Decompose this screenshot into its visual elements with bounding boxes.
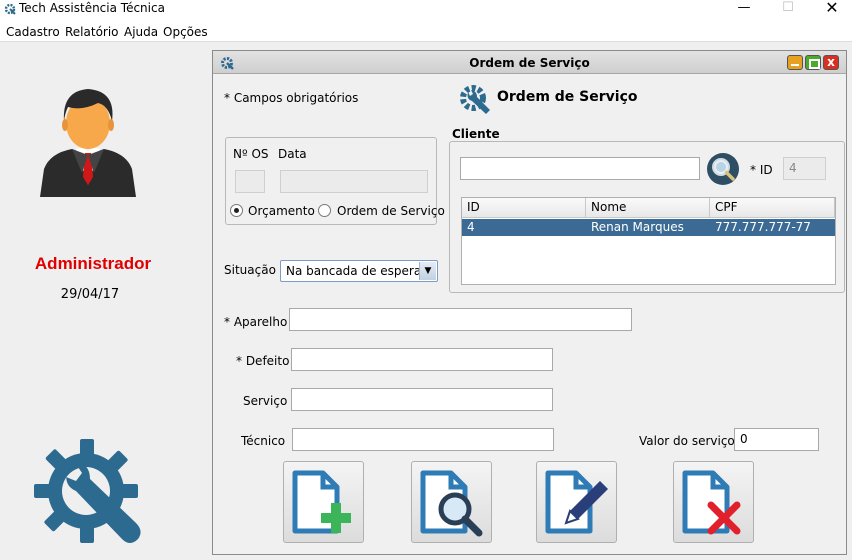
edit-document-icon: [545, 470, 608, 534]
valor-label: Valor do serviço: [639, 434, 735, 448]
chevron-down-icon[interactable]: ▼: [419, 262, 436, 280]
minimize-button[interactable]: —: [722, 0, 766, 18]
column-header-cpf[interactable]: CPF: [710, 198, 835, 218]
aparelho-input[interactable]: [289, 308, 632, 331]
delete-button[interactable]: [673, 461, 754, 543]
menu-relatorio[interactable]: Relatório: [65, 25, 119, 39]
radio-ordem-servico-label[interactable]: Ordem de Serviço: [337, 204, 445, 218]
menu-ajuda[interactable]: Ajuda: [124, 25, 158, 39]
defeito-input[interactable]: [291, 348, 553, 371]
column-header-nome[interactable]: Nome: [586, 198, 710, 218]
app-gear-icon: [4, 3, 16, 15]
defeito-label: * Defeito: [236, 354, 290, 368]
desktop-pane: Administrador 29/04/17 Ordem de Serviço: [0, 43, 852, 560]
os-date-field[interactable]: [280, 170, 428, 193]
aparelho-label: * Aparelho: [224, 315, 288, 329]
header-title: Ordem de Serviço: [497, 89, 638, 105]
os-number-field[interactable]: [235, 170, 265, 193]
cliente-table: ID Nome CPF 4 Renan Marques 777.777.777-…: [461, 197, 836, 285]
cell-id: 4: [467, 220, 475, 234]
os-date-label: Data: [278, 147, 307, 161]
cliente-id-label: * ID: [750, 163, 773, 177]
frame-minimize-button[interactable]: [787, 55, 803, 70]
servico-input[interactable]: [291, 388, 553, 411]
situacao-combo[interactable]: Na bancada de espera ▼: [280, 260, 438, 282]
radio-orcamento[interactable]: [230, 204, 243, 217]
frame-close-button[interactable]: x: [823, 55, 839, 70]
header-gear-icon: [460, 85, 490, 114]
os-panel: Nº OS Data Orçamento Ordem de Serviço: [225, 137, 445, 225]
situacao-label: Situação: [224, 263, 276, 277]
user-name: Administrador: [34, 254, 152, 273]
required-fields-note: * Campos obrigatórios: [224, 91, 359, 105]
cell-cpf: 777.777.777-77: [715, 220, 811, 234]
tecnico-input[interactable]: [292, 428, 554, 451]
cliente-id-field[interactable]: 4: [783, 157, 826, 180]
user-avatar-icon: [40, 89, 136, 197]
current-date: 29/04/17: [60, 287, 120, 302]
window-title: Tech Assistência Técnica: [19, 1, 165, 15]
ordem-servico-window: Ordem de Serviço x * Campos obrigatórios…: [212, 50, 847, 555]
table-row[interactable]: 4 Renan Marques 777.777.777-77: [462, 219, 835, 236]
menu-cadastro[interactable]: Cadastro: [6, 25, 60, 39]
search-button[interactable]: [411, 461, 492, 543]
radio-ordem-servico[interactable]: [318, 204, 331, 217]
frame-title: Ordem de Serviço: [469, 56, 590, 70]
close-button[interactable]: ✕: [810, 0, 852, 18]
column-header-id[interactable]: ID: [462, 198, 586, 218]
cliente-search-input[interactable]: [460, 157, 700, 180]
search-document-icon: [420, 470, 483, 537]
situacao-value: Na bancada de espera: [286, 264, 422, 278]
frame-maximize-button[interactable]: [805, 55, 821, 70]
maximize-button[interactable]: ☐: [766, 0, 810, 18]
frame-titlebar[interactable]: Ordem de Serviço x: [213, 51, 846, 74]
cliente-label: Cliente: [452, 127, 500, 141]
os-number-label: Nº OS: [233, 147, 269, 161]
valor-input[interactable]: 0: [734, 428, 819, 451]
tecnico-label: Técnico: [241, 434, 286, 448]
servico-label: Serviço: [243, 394, 288, 408]
wrench-gear-logo-icon: [34, 439, 141, 543]
search-icon[interactable]: [707, 153, 739, 185]
menu-opcoes[interactable]: Opções: [163, 25, 208, 39]
cell-nome: Renan Marques: [591, 220, 684, 234]
window-titlebar: Tech Assistência Técnica — ☐ ✕: [0, 0, 852, 22]
radio-orcamento-label[interactable]: Orçamento: [248, 204, 315, 218]
menu-bar: Cadastro Relatório Ajuda Opções: [0, 22, 852, 42]
add-button[interactable]: [283, 461, 364, 543]
edit-button[interactable]: [536, 461, 617, 543]
add-document-icon: [292, 470, 351, 534]
delete-document-icon: [682, 470, 741, 535]
